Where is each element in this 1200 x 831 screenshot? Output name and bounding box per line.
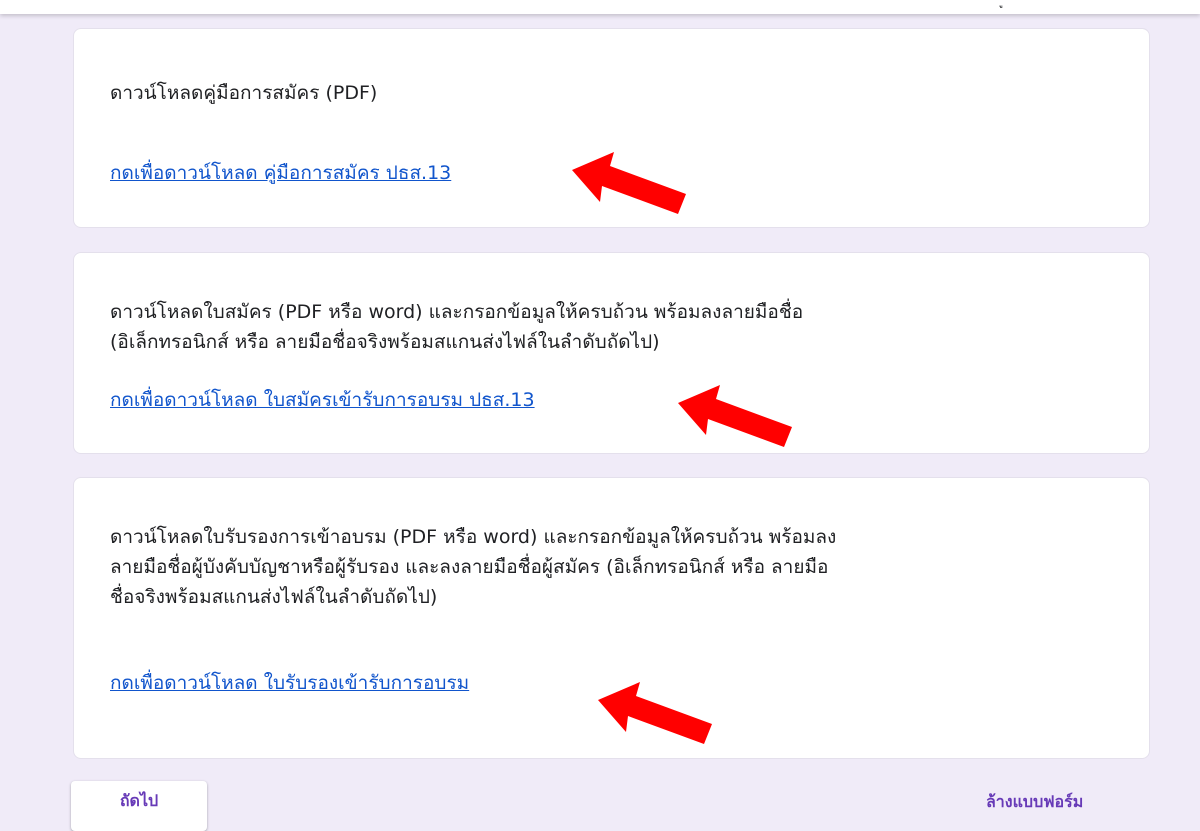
top-bar: ู: [0, 0, 1200, 14]
description-line: ดาวน์โหลดใบรับรองการเข้าอบรม (PDF หรือ w…: [110, 526, 837, 548]
next-button[interactable]: ถัดไป: [71, 781, 207, 831]
red-arrow-icon: [678, 385, 792, 447]
description-line: (อิเล็กทรอนิกส์ หรือ ลายมือชื่อจริงพร้อม…: [110, 331, 660, 353]
top-bar-partial-text: ู: [1003, 0, 1013, 6]
description-line: ชื่อจริงพร้อมสแกนส่งไฟล์ในลำดับถัดไป): [110, 586, 438, 608]
section-description: ดาวน์โหลดใบสมัคร (PDF หรือ word) และกรอก…: [110, 297, 1113, 357]
download-application-link[interactable]: กดเพื่อดาวน์โหลด ใบสมัครเข้ารับการอบรม ป…: [110, 385, 535, 415]
section-card-application: ดาวน์โหลดใบสมัคร (PDF หรือ word) และกรอก…: [73, 252, 1150, 454]
download-manual-link[interactable]: กดเพื่อดาวน์โหลด คู่มือการสมัคร ปธส.13: [110, 158, 451, 188]
clear-form-button[interactable]: ล้างแบบฟอร์ม: [986, 791, 1083, 813]
description-line: ดาวน์โหลดใบสมัคร (PDF หรือ word) และกรอก…: [110, 301, 804, 323]
description-line: ลายมือชื่อผู้บังคับบัญชาหรือผู้รับรอง แล…: [110, 556, 829, 578]
download-certificate-link[interactable]: กดเพื่อดาวน์โหลด ใบรับรองเข้ารับการอบรม: [110, 668, 469, 698]
section-description: ดาวน์โหลดคู่มือการสมัคร (PDF): [110, 82, 378, 104]
red-arrow-icon: [598, 682, 712, 744]
red-arrow-icon: [572, 152, 686, 214]
section-description: ดาวน์โหลดใบรับรองการเข้าอบรม (PDF หรือ w…: [110, 522, 1113, 612]
